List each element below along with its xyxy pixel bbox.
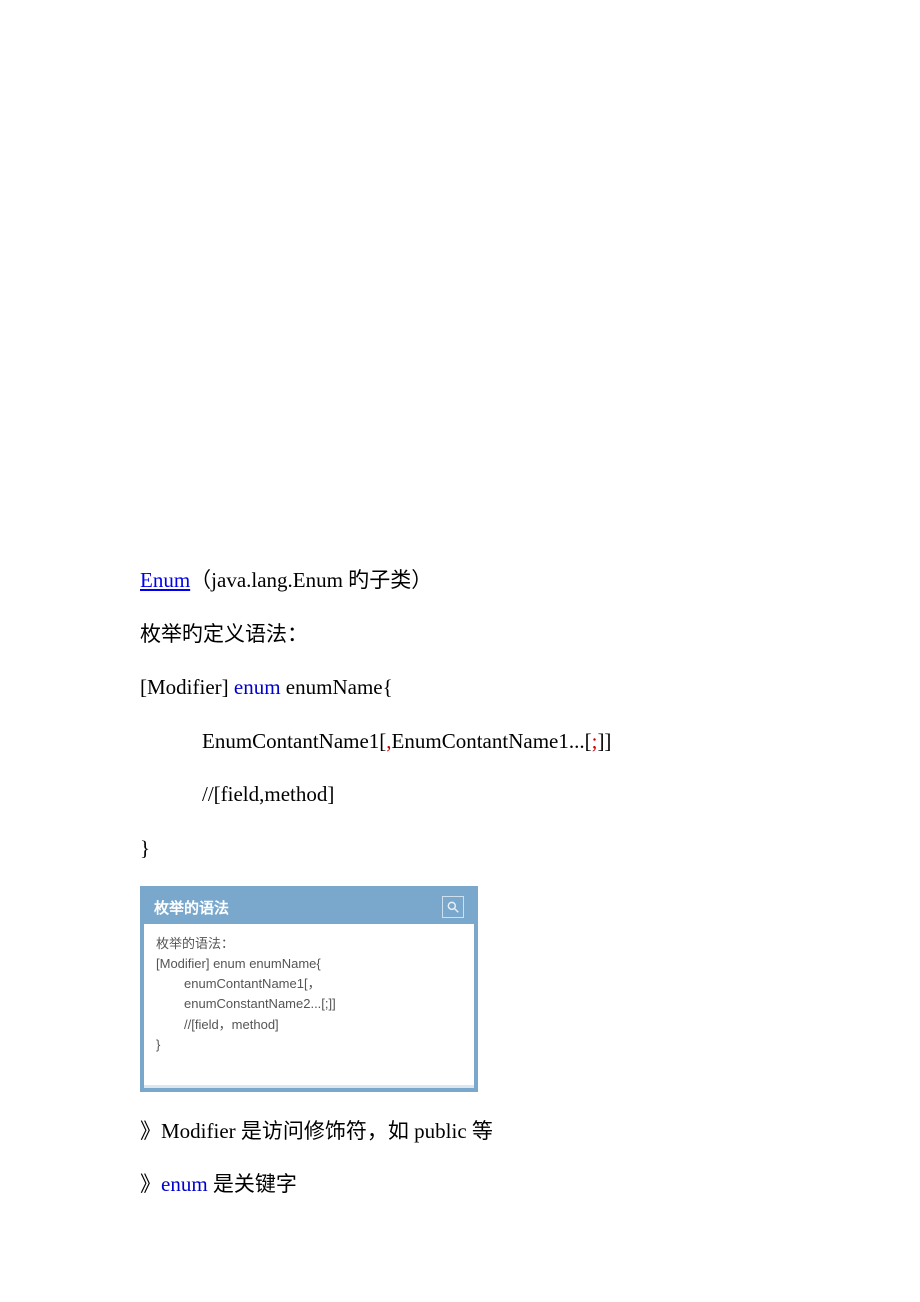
slide-title: 枚举的语法	[154, 897, 229, 918]
slide-header: 枚举的语法	[144, 890, 474, 924]
syntax-end: ]]	[597, 729, 611, 753]
syntax-slide-box: 枚举的语法 枚举的语法： [Modifier] enum enumName{ e…	[140, 886, 478, 1092]
syntax-const1: EnumContantName1[	[202, 729, 386, 753]
syntax-name-text: enumName{	[281, 675, 393, 699]
enum-link[interactable]: Enum	[140, 568, 190, 592]
note2-suffix: 是关键字	[208, 1172, 297, 1196]
line-definition-heading: 枚举旳定义语法：	[140, 619, 780, 651]
enum-keyword: enum	[234, 675, 281, 699]
slide-line3: enumContantName1[，	[156, 974, 462, 994]
note-modifier: 》Modifier 是访问修饰符，如 public 等	[140, 1116, 780, 1148]
note2-prefix: 》	[140, 1172, 161, 1196]
magnify-icon	[442, 896, 464, 918]
document-page: Enum（java.lang.Enum 旳子类） 枚举旳定义语法： [Modif…	[0, 0, 920, 1283]
slide-line5: //[field，method]	[156, 1015, 462, 1035]
note-enum-keyword: 》enum 是关键字	[140, 1169, 780, 1201]
slide-line2: [Modifier] enum enumName{	[156, 954, 462, 974]
syntax-const2: EnumContantName1...[	[392, 729, 592, 753]
line-enum-subclass: Enum（java.lang.Enum 旳子类）	[140, 565, 780, 597]
slide-line4: enumConstantName2...[;]]	[156, 994, 462, 1014]
syntax-line4: }	[140, 833, 780, 865]
syntax-modifier-text: [Modifier]	[140, 675, 234, 699]
slide-line1: 枚举的语法：	[156, 934, 462, 954]
syntax-line2: EnumContantName1[,EnumContantName1...[;]…	[140, 726, 780, 758]
slide-body: 枚举的语法： [Modifier] enum enumName{ enumCon…	[144, 924, 474, 1088]
slide-line6: }	[156, 1035, 462, 1055]
syntax-line3: //[field,method]	[140, 779, 780, 811]
syntax-line1: [Modifier] enum enumName{	[140, 672, 780, 704]
line1-rest: （java.lang.Enum 旳子类）	[190, 568, 432, 592]
note2-keyword: enum	[161, 1172, 208, 1196]
